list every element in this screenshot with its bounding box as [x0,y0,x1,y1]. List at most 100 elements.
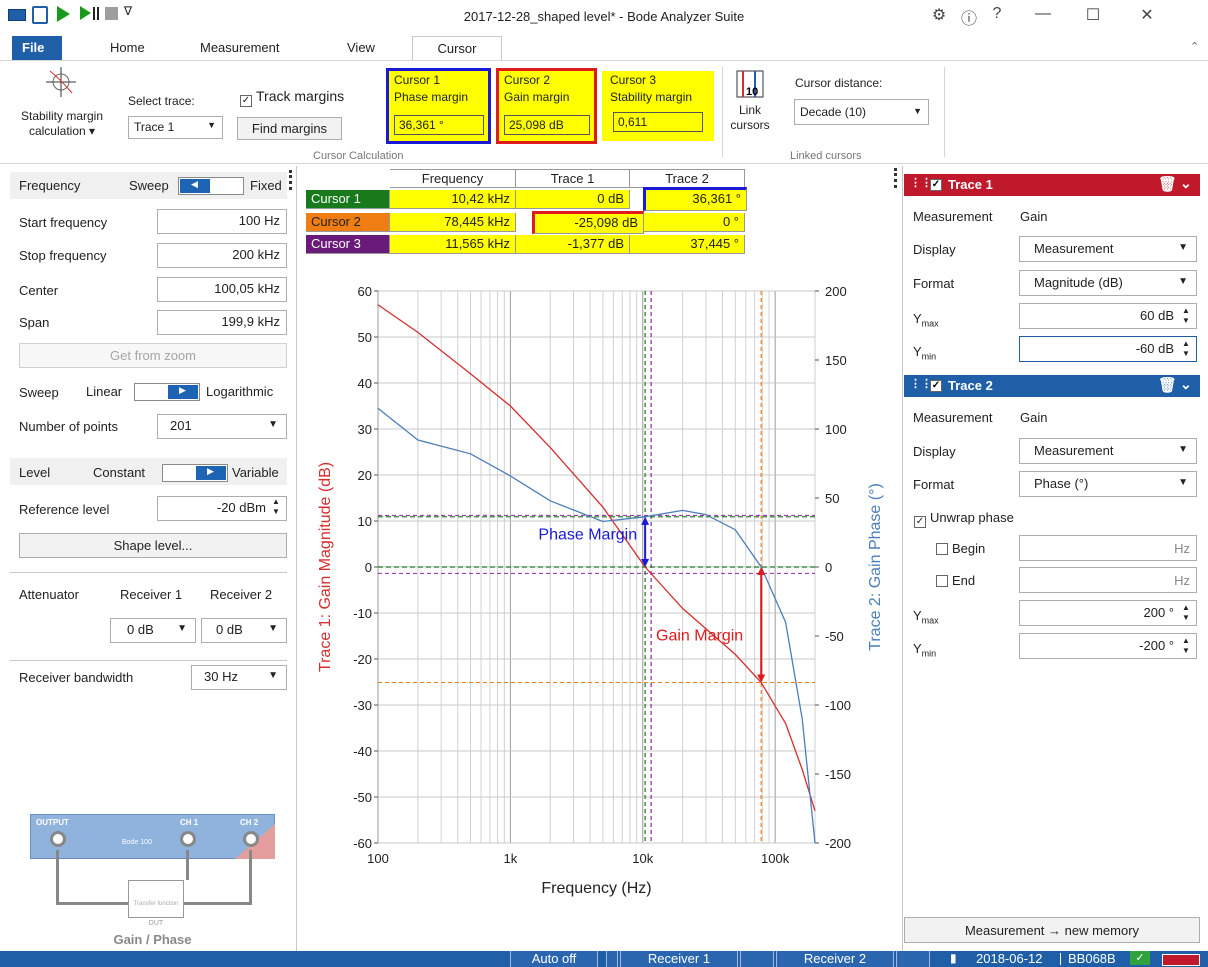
end-checkbox[interactable]: End [936,573,975,588]
window-title: 2017-12-28_shaped level* - Bode Analyzer… [463,9,745,24]
cursor3-panel[interactable]: Cursor 3 Stability margin 0,611 [602,71,714,141]
info-icon[interactable]: ⓘ [956,5,982,29]
tab-home[interactable]: Home [100,36,155,60]
check-icon: ✓ [240,95,252,107]
cursor2-subtitle: Gain margin [504,90,570,104]
minimize-button[interactable]: — [1030,5,1056,23]
end-field[interactable]: Hz [1019,567,1197,593]
trash-icon[interactable]: 🗑 [1158,175,1177,193]
trace1-visible-checkbox[interactable]: ✓ [930,179,942,191]
cursor3-row-label[interactable]: Cursor 3 [306,235,390,254]
trace1-header[interactable]: ⋮⋮ ✓ Trace 1 🗑 ⌄ [904,174,1200,196]
trace2-ymax-label: Ymax [913,608,939,626]
ymin-sub: min [921,351,937,362]
collapse-ribbon-icon[interactable]: ⌃ [1190,40,1199,53]
logarithmic-label: Logarithmic [206,384,274,399]
spinner-icon[interactable]: ▲ ▼ [1182,636,1190,656]
spinner-icon[interactable]: ▲ ▼ [1182,339,1190,359]
get-from-zoom-button[interactable]: Get from zoom [19,343,287,368]
track-margins-checkbox[interactable]: ✓ Track margins [240,88,344,107]
start-frequency-field[interactable]: 100 Hz [157,209,287,234]
transfer-function-label: Transfer function [133,901,179,907]
receiver-bandwidth-dropdown[interactable]: 30 Hz ▼ [191,665,287,690]
trace2-ymin-label: Ymin [913,641,936,659]
ymax-sub: max [921,318,939,329]
shape-level-button[interactable]: Shape level... [19,533,287,558]
chevron-down-icon: ▼ [268,623,278,634]
fixed-label: Fixed [250,178,282,193]
chevron-down-icon[interactable]: ⌄ [1180,175,1192,192]
close-button[interactable]: ✕ [1134,5,1160,25]
settings-gear-icon[interactable]: ⚙ [926,5,952,25]
spinner-icon[interactable]: ▲ ▼ [1182,306,1190,326]
cursor-distance-dropdown[interactable]: Decade (10) ▼ [794,99,929,125]
stability-margin-button[interactable]: Stability margin calculation ▾ [2,109,122,139]
cursor1-title: Cursor 1 [394,73,441,87]
select-trace-dropdown[interactable]: Trace 1 ▼ [128,116,223,139]
divider [10,660,287,661]
cursor1-frequency: 10,42 kHz [390,190,516,209]
trace1-display-dropdown[interactable]: Measurement ▼ [1019,236,1197,262]
receiver1-status[interactable]: Receiver 1 [620,951,738,967]
x-axis-label: Frequency (Hz) [541,880,651,897]
unwrap-phase-checkbox[interactable]: ✓ Unwrap phase [914,510,1014,528]
attenuator-r1-value: 0 dB [127,622,154,637]
trace2-measurement-value: Gain [1020,410,1048,425]
cursor1-panel[interactable]: Cursor 1 Phase margin 36,361 ° [386,68,491,144]
center-field[interactable]: 100,05 kHz [157,277,287,302]
chevron-down-icon: ▼ [1178,276,1188,287]
start-frequency-label: Start frequency [19,215,108,230]
ch2-port-icon [243,831,259,847]
trace1-ymax-field[interactable]: 60 dB [1019,303,1197,329]
trace2-visible-checkbox[interactable]: ✓ [930,380,942,392]
spinner-icon[interactable]: ▲ ▼ [272,497,280,517]
trace2-format-dropdown[interactable]: Phase (°) ▼ [1019,471,1197,497]
new-memory-button[interactable]: Measurement → new memory [904,917,1200,943]
tab-view[interactable]: View [337,36,385,60]
trace1-format-dropdown[interactable]: Magnitude (dB) ▼ [1019,270,1197,296]
trace2-ymin-field[interactable]: -200 ° [1019,633,1197,659]
unwrap-phase-label: Unwrap phase [930,510,1014,525]
cursor2-panel[interactable]: Cursor 2 Gain margin 25,098 dB [496,68,597,144]
link-cursors-button[interactable]: Link cursors [725,103,775,133]
trace2-ymin-value: -200 ° [1139,638,1174,653]
sweep-label: Sweep [129,178,169,193]
tab-file[interactable]: File [12,36,62,60]
dut-box [128,880,184,918]
bode-chart[interactable]: 6050403020100-10-20-30-40-50-60200150100… [300,270,890,910]
reference-level-field[interactable]: -20 dBm [157,496,287,521]
trash-icon[interactable]: 🗑 [1158,376,1177,394]
tab-measurement[interactable]: Measurement [190,36,289,60]
chevron-down-icon[interactable]: ⌄ [1180,376,1192,393]
level-toggle[interactable]: ▶ [162,464,228,482]
cursor2-title: Cursor 2 [504,73,551,87]
y2-tick-label: 0 [825,560,832,575]
sweep-scale-toggle[interactable]: ▶ [134,383,200,401]
begin-label: Begin [952,541,986,556]
maximize-button[interactable]: ☐ [1080,5,1106,25]
y-tick-label: -10 [353,606,372,621]
cursor1-row-label[interactable]: Cursor 1 [306,190,390,209]
span-field[interactable]: 199,9 kHz [157,310,287,335]
cursor2-row-label[interactable]: Cursor 2 [306,213,390,232]
receiver2-label: Receiver 2 [210,587,273,602]
trace1-ymin-field[interactable]: -60 dB [1019,336,1197,362]
auto-off-status[interactable]: Auto off [510,951,598,967]
tab-cursor[interactable]: Cursor [412,36,502,60]
begin-checkbox[interactable]: Begin [936,541,985,556]
attenuator-r1-dropdown[interactable]: 0 dB ▼ [110,618,196,643]
sweep-fixed-toggle[interactable]: ◀ [178,177,244,195]
receiver2-status[interactable]: Receiver 2 [776,951,894,967]
help-icon[interactable]: ? [984,5,1010,23]
trace2-header[interactable]: ⋮⋮ ✓ Trace 2 🗑 ⌄ [904,375,1200,397]
spinner-icon[interactable]: ▲ ▼ [1182,603,1190,623]
trace2-format-value: Phase (°) [1034,476,1089,491]
attenuator-r2-dropdown[interactable]: 0 dB ▼ [201,618,287,643]
panel-grip-icon [289,170,292,190]
find-margins-button[interactable]: Find margins [237,117,342,140]
begin-field[interactable]: Hz [1019,535,1197,561]
trace2-display-dropdown[interactable]: Measurement ▼ [1019,438,1197,464]
points-dropdown[interactable]: 201 ▼ [157,414,287,439]
stop-frequency-field[interactable]: 200 kHz [157,243,287,268]
trace2-ymax-field[interactable]: 200 ° [1019,600,1197,626]
